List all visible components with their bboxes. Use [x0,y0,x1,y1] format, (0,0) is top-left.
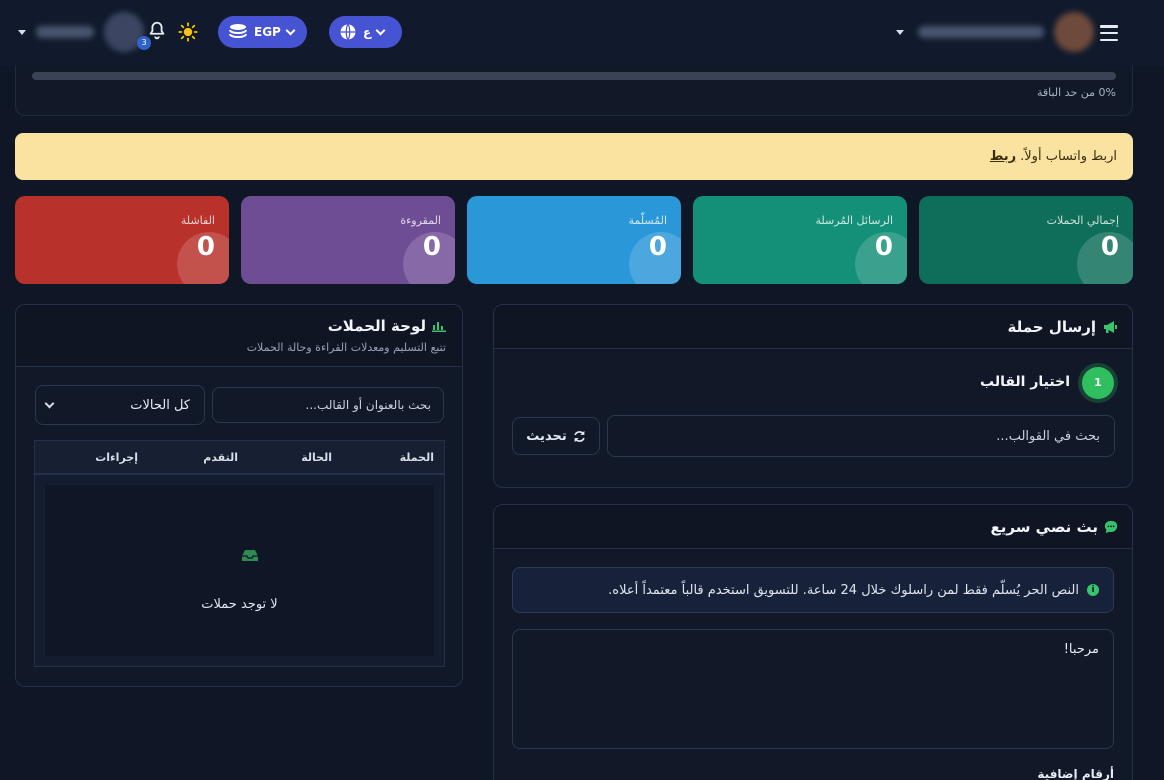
table-header: الحملة الحالة التقدم إجراءات [34,440,445,474]
message-textarea[interactable]: مرحبا! [512,629,1114,749]
table-body: لا توجد حملات [34,474,445,667]
top-navbar: 3 EGP ع [0,0,1164,66]
megaphone-icon [1104,320,1117,333]
coins-icon [229,24,247,39]
caret-down-icon[interactable] [18,29,26,35]
stat-label: إجمالي الحملات [1046,214,1119,227]
quick-broadcast-panel: بث نصي سريع i النص الحر يُسلّم فقط لمن ر… [493,504,1133,780]
alert-text: اربط واتساب أولاً. [1020,149,1117,164]
status-filter[interactable]: كل الحالات [35,385,205,425]
info-notice: i النص الحر يُسلّم فقط لمن راسلوك خلال 2… [512,567,1114,613]
quick-title: بث نصي سريع [990,517,1098,536]
refresh-label: تحديث [526,428,567,444]
stat-value: 0 [196,232,215,262]
stat-label: الفاشلة [180,214,215,227]
chevron-down-icon [285,25,296,36]
stat-label: المُسلّمة [628,214,667,227]
stat-label: الرسائل المُرسلة [815,214,893,227]
step-badge: 1 [1082,367,1114,399]
user-menu[interactable] [18,12,144,52]
campaign-search-input[interactable]: بحث بالعنوان أو القالب... [212,387,444,423]
stat-value: 0 [874,232,893,262]
send-header: إرسال حملة [494,305,1132,349]
info-icon: i [1087,584,1099,596]
stat-label: المقروءة [400,214,441,227]
board-title: لوحة الحملات [327,317,426,335]
column-campaign: الحملة [399,450,434,464]
stat-total-campaigns: إجمالي الحملات 0 [919,196,1133,284]
account-menu[interactable] [896,12,1094,52]
language-selector[interactable]: ع [329,16,402,48]
usage-progress-bar [32,72,1116,80]
usage-card: 0% من حد الباقة [15,66,1133,116]
account-name-blurred [918,26,1044,38]
currency-label: EGP [254,25,281,39]
notification-badge: 3 [137,36,151,50]
quick-header: بث نصي سريع [494,505,1132,549]
info-text: النص الحر يُسلّم فقط لمن راسلوك خلال 24 … [608,582,1079,598]
stat-value: 0 [1100,232,1119,262]
campaign-board: لوحة الحملات تتبع التسليم ومعدلات القراء… [15,304,463,687]
stat-delivered: المُسلّمة 0 [467,196,681,284]
template-search-input[interactable]: بحث في القوالب... [607,415,1115,457]
empty-state: لا توجد حملات [201,597,278,612]
send-title: إرسال حملة [1007,317,1096,336]
column-actions: إجراءات [95,450,138,464]
chevron-down-icon [44,398,55,409]
stat-value: 0 [422,232,441,262]
menu-icon[interactable] [1100,25,1118,41]
currency-selector[interactable]: EGP [218,16,307,48]
user-name-blurred [36,26,94,38]
chart-icon [432,322,446,332]
stat-read: المقروءة 0 [241,196,455,284]
board-subtitle: تتبع التسليم ومعدلات القراءة وحالة الحمل… [246,341,446,354]
extra-numbers-label: أرقام إضافية [1037,767,1114,780]
connect-link[interactable]: ربط [990,149,1016,164]
globe-icon [340,24,356,40]
status-filter-value: كل الحالات [130,397,190,413]
board-header: لوحة الحملات تتبع التسليم ومعدلات القراء… [16,305,462,367]
stat-failed: الفاشلة 0 [15,196,229,284]
column-progress: التقدم [203,450,238,464]
column-status: الحالة [301,450,332,464]
caret-down-icon[interactable] [896,29,904,35]
send-campaign-panel: إرسال حملة 1 اختيار القالب بحث في القوال… [493,304,1133,488]
chat-icon [1104,520,1118,533]
whatsapp-alert: اربط واتساب أولاً. ربط [15,133,1133,180]
refresh-icon [573,430,585,442]
stat-value: 0 [648,232,667,262]
chevron-down-icon [375,25,386,36]
usage-text: 0% من حد الباقة [1036,86,1116,99]
sun-icon[interactable] [178,22,198,42]
refresh-button[interactable]: تحديث [512,417,600,455]
inbox-icon [242,550,258,561]
stat-sent-messages: الرسائل المُرسلة 0 [693,196,907,284]
language-label: ع [363,25,372,39]
account-avatar[interactable] [1054,12,1094,52]
step-title: اختيار القالب [980,374,1070,390]
